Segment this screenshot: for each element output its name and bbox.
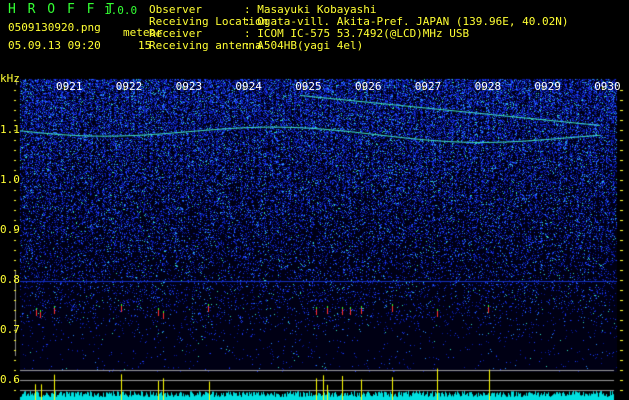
y-tick-label: 0.7 xyxy=(0,323,20,336)
file-name: 0509130920.png xyxy=(8,21,101,34)
y-tick-label: 0.8 xyxy=(0,273,20,286)
info-value: : A504HB(yagi 4el) xyxy=(244,39,364,52)
y-tick-label: 0.9 xyxy=(0,223,20,236)
time-tick-label: 0922 xyxy=(115,80,143,93)
time-tick-label: 0930 xyxy=(594,80,621,93)
time-tick-label: 0929 xyxy=(534,80,561,93)
y-tick-label: 0.6 xyxy=(0,373,20,386)
y-tick-label: 1.0 xyxy=(0,173,20,186)
time-tick-label: 0923 xyxy=(175,80,203,93)
time-tick-label: 0926 xyxy=(355,80,382,93)
time-tick-label: 0921 xyxy=(56,80,83,93)
y-unit: kHz xyxy=(0,72,20,85)
time-tick-label: 0927 xyxy=(414,80,442,93)
app-title: H R O F F T xyxy=(8,2,117,17)
app-version: 1.0.0 xyxy=(104,4,138,17)
file-datetime: 05.09.13 09:20 xyxy=(8,39,101,52)
time-tick-label: 0928 xyxy=(474,80,502,93)
time-tick-label: 0925 xyxy=(295,80,322,93)
spectrogram xyxy=(0,0,629,400)
time-tick-label: 0924 xyxy=(235,80,262,93)
y-tick-label: 1.1 xyxy=(0,123,20,136)
